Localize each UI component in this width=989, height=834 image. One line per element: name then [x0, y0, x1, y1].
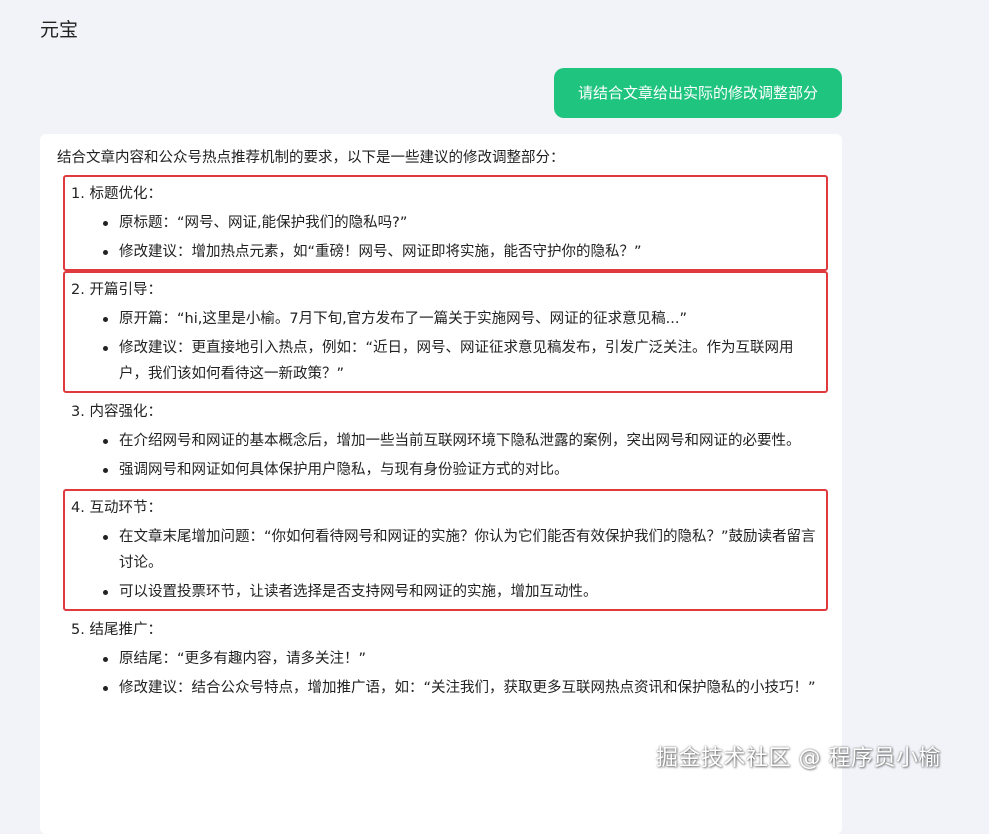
section-title: 5. 结尾推广： [71, 622, 162, 638]
bullet-dot-icon [103, 468, 108, 473]
bullet-text: 强调网号和网证如何具体保护用户隐私，与现有身份验证方式的对比。 [119, 462, 569, 478]
answer-section-3: 3. 内容强化： 在介绍网号和网证的基本概念后，增加一些当前互联网环境下隐私泄露的… [57, 397, 827, 485]
answer-section-1: 1. 标题优化： 原标题：“网号、网证,能保护我们的隐私吗?” 修改建议：增加热点元… [57, 175, 828, 271]
bullet-dot-icon [103, 590, 108, 595]
section-title: 1. 标题优化： [71, 186, 162, 202]
bullet-list: 原标题：“网号、网证,能保护我们的隐私吗?” 修改建议：增加热点元素，如“重磅！网… [71, 210, 827, 265]
bullet-dot-icon [103, 535, 108, 540]
bullet-text: 修改建议：结合公众号特点，增加推广语，如：“关注我们，获取更多互联网热点资讯和保… [119, 680, 816, 696]
list-item: 原开篇：“hi,这里是小榆。7月下旬,官方发布了一篇关于实施网号、网证的征求意见… [71, 306, 827, 332]
list-item: 修改建议：结合公众号特点，增加推广语，如：“关注我们，获取更多互联网热点资讯和保… [71, 675, 827, 701]
list-item: 原结尾：“更多有趣内容，请多关注！” [71, 646, 827, 672]
bullet-dot-icon [103, 657, 108, 662]
list-item: 原标题：“网号、网证,能保护我们的隐私吗?” [71, 210, 827, 236]
user-message-bubble: 请结合文章给出实际的修改调整部分 [554, 68, 842, 118]
list-item: 可以设置投票环节，让读者选择是否支持网号和网证的实施，增加互动性。 [71, 579, 827, 605]
bullet-dot-icon [103, 250, 108, 255]
bullet-list: 在介绍网号和网证的基本概念后，增加一些当前互联网环境下隐私泄露的案例，突出网号和… [71, 428, 827, 483]
bullet-text: 原开篇：“hi,这里是小榆。7月下旬,官方发布了一篇关于实施网号、网证的征求意见… [119, 311, 688, 327]
bullet-list: 原开篇：“hi,这里是小榆。7月下旬,官方发布了一篇关于实施网号、网证的征求意见… [71, 306, 827, 387]
bullet-list: 在文章末尾增加问题：“你如何看待网号和网证的实施？你认为它们能否有效保护我们的隐… [71, 524, 827, 605]
answer-section-5: 5. 结尾推广： 原结尾：“更多有趣内容，请多关注！” 修改建议：结合公众号特点，增… [57, 615, 827, 703]
answer-intro: 结合文章内容和公众号热点推荐机制的要求，以下是一些建议的修改调整部分： [57, 150, 565, 166]
bullet-text: 原标题：“网号、网证,能保护我们的隐私吗?” [119, 215, 408, 231]
bullet-text: 原结尾：“更多有趣内容，请多关注！” [119, 651, 367, 667]
bullet-dot-icon [103, 686, 108, 691]
app-title: 元宝 [40, 19, 79, 41]
bullet-list: 原结尾：“更多有趣内容，请多关注！” 修改建议：结合公众号特点，增加推广语，如：“… [71, 646, 827, 701]
bullet-text: 可以设置投票环节，让读者选择是否支持网号和网证的实施，增加互动性。 [119, 584, 598, 600]
list-item: 在文章末尾增加问题：“你如何看待网号和网证的实施？你认为它们能否有效保护我们的隐… [71, 524, 827, 576]
list-item: 在介绍网号和网证的基本概念后，增加一些当前互联网环境下隐私泄露的案例，突出网号和… [71, 428, 827, 454]
bullet-dot-icon [103, 346, 108, 351]
list-item: 修改建议：增加热点元素，如“重磅！网号、网证即将实施，能否守护你的隐私？” [71, 239, 827, 265]
bullet-dot-icon [103, 221, 108, 226]
bullet-dot-icon [103, 317, 108, 322]
bullet-text: 修改建议：更直接地引入热点，例如：“近日，网号、网证征求意见稿发布，引发广泛关注… [119, 340, 794, 382]
answer-section-2: 2. 开篇引导： 原开篇：“hi,这里是小榆。7月下旬,官方发布了一篇关于实施网号… [57, 271, 828, 393]
assistant-answer: 结合文章内容和公众号热点推荐机制的要求，以下是一些建议的修改调整部分： 1. 标… [57, 145, 828, 711]
bullet-text: 修改建议：增加热点元素，如“重磅！网号、网证即将实施，能否守护你的隐私？” [119, 244, 642, 260]
bullet-dot-icon [103, 439, 108, 444]
bullet-text: 在文章末尾增加问题：“你如何看待网号和网证的实施？你认为它们能否有效保护我们的隐… [119, 529, 816, 571]
answer-sections: 1. 标题优化： 原标题：“网号、网证,能保护我们的隐私吗?” 修改建议：增加热点元… [57, 175, 828, 703]
watermark: 掘金技术社区 @ 程序员小榆 [656, 746, 941, 771]
answer-section-4: 4. 互动环节： 在文章末尾增加问题：“你如何看待网号和网证的实施？你认为它们能否… [57, 489, 828, 611]
section-title: 3. 内容强化： [71, 404, 162, 420]
section-title: 4. 互动环节： [71, 500, 162, 516]
bullet-text: 在介绍网号和网证的基本概念后，增加一些当前互联网环境下隐私泄露的案例，突出网号和… [119, 433, 801, 449]
section-title: 2. 开篇引导： [71, 282, 162, 298]
list-item: 强调网号和网证如何具体保护用户隐私，与现有身份验证方式的对比。 [71, 457, 827, 483]
list-item: 修改建议：更直接地引入热点，例如：“近日，网号、网证征求意见稿发布，引发广泛关注… [71, 335, 827, 387]
